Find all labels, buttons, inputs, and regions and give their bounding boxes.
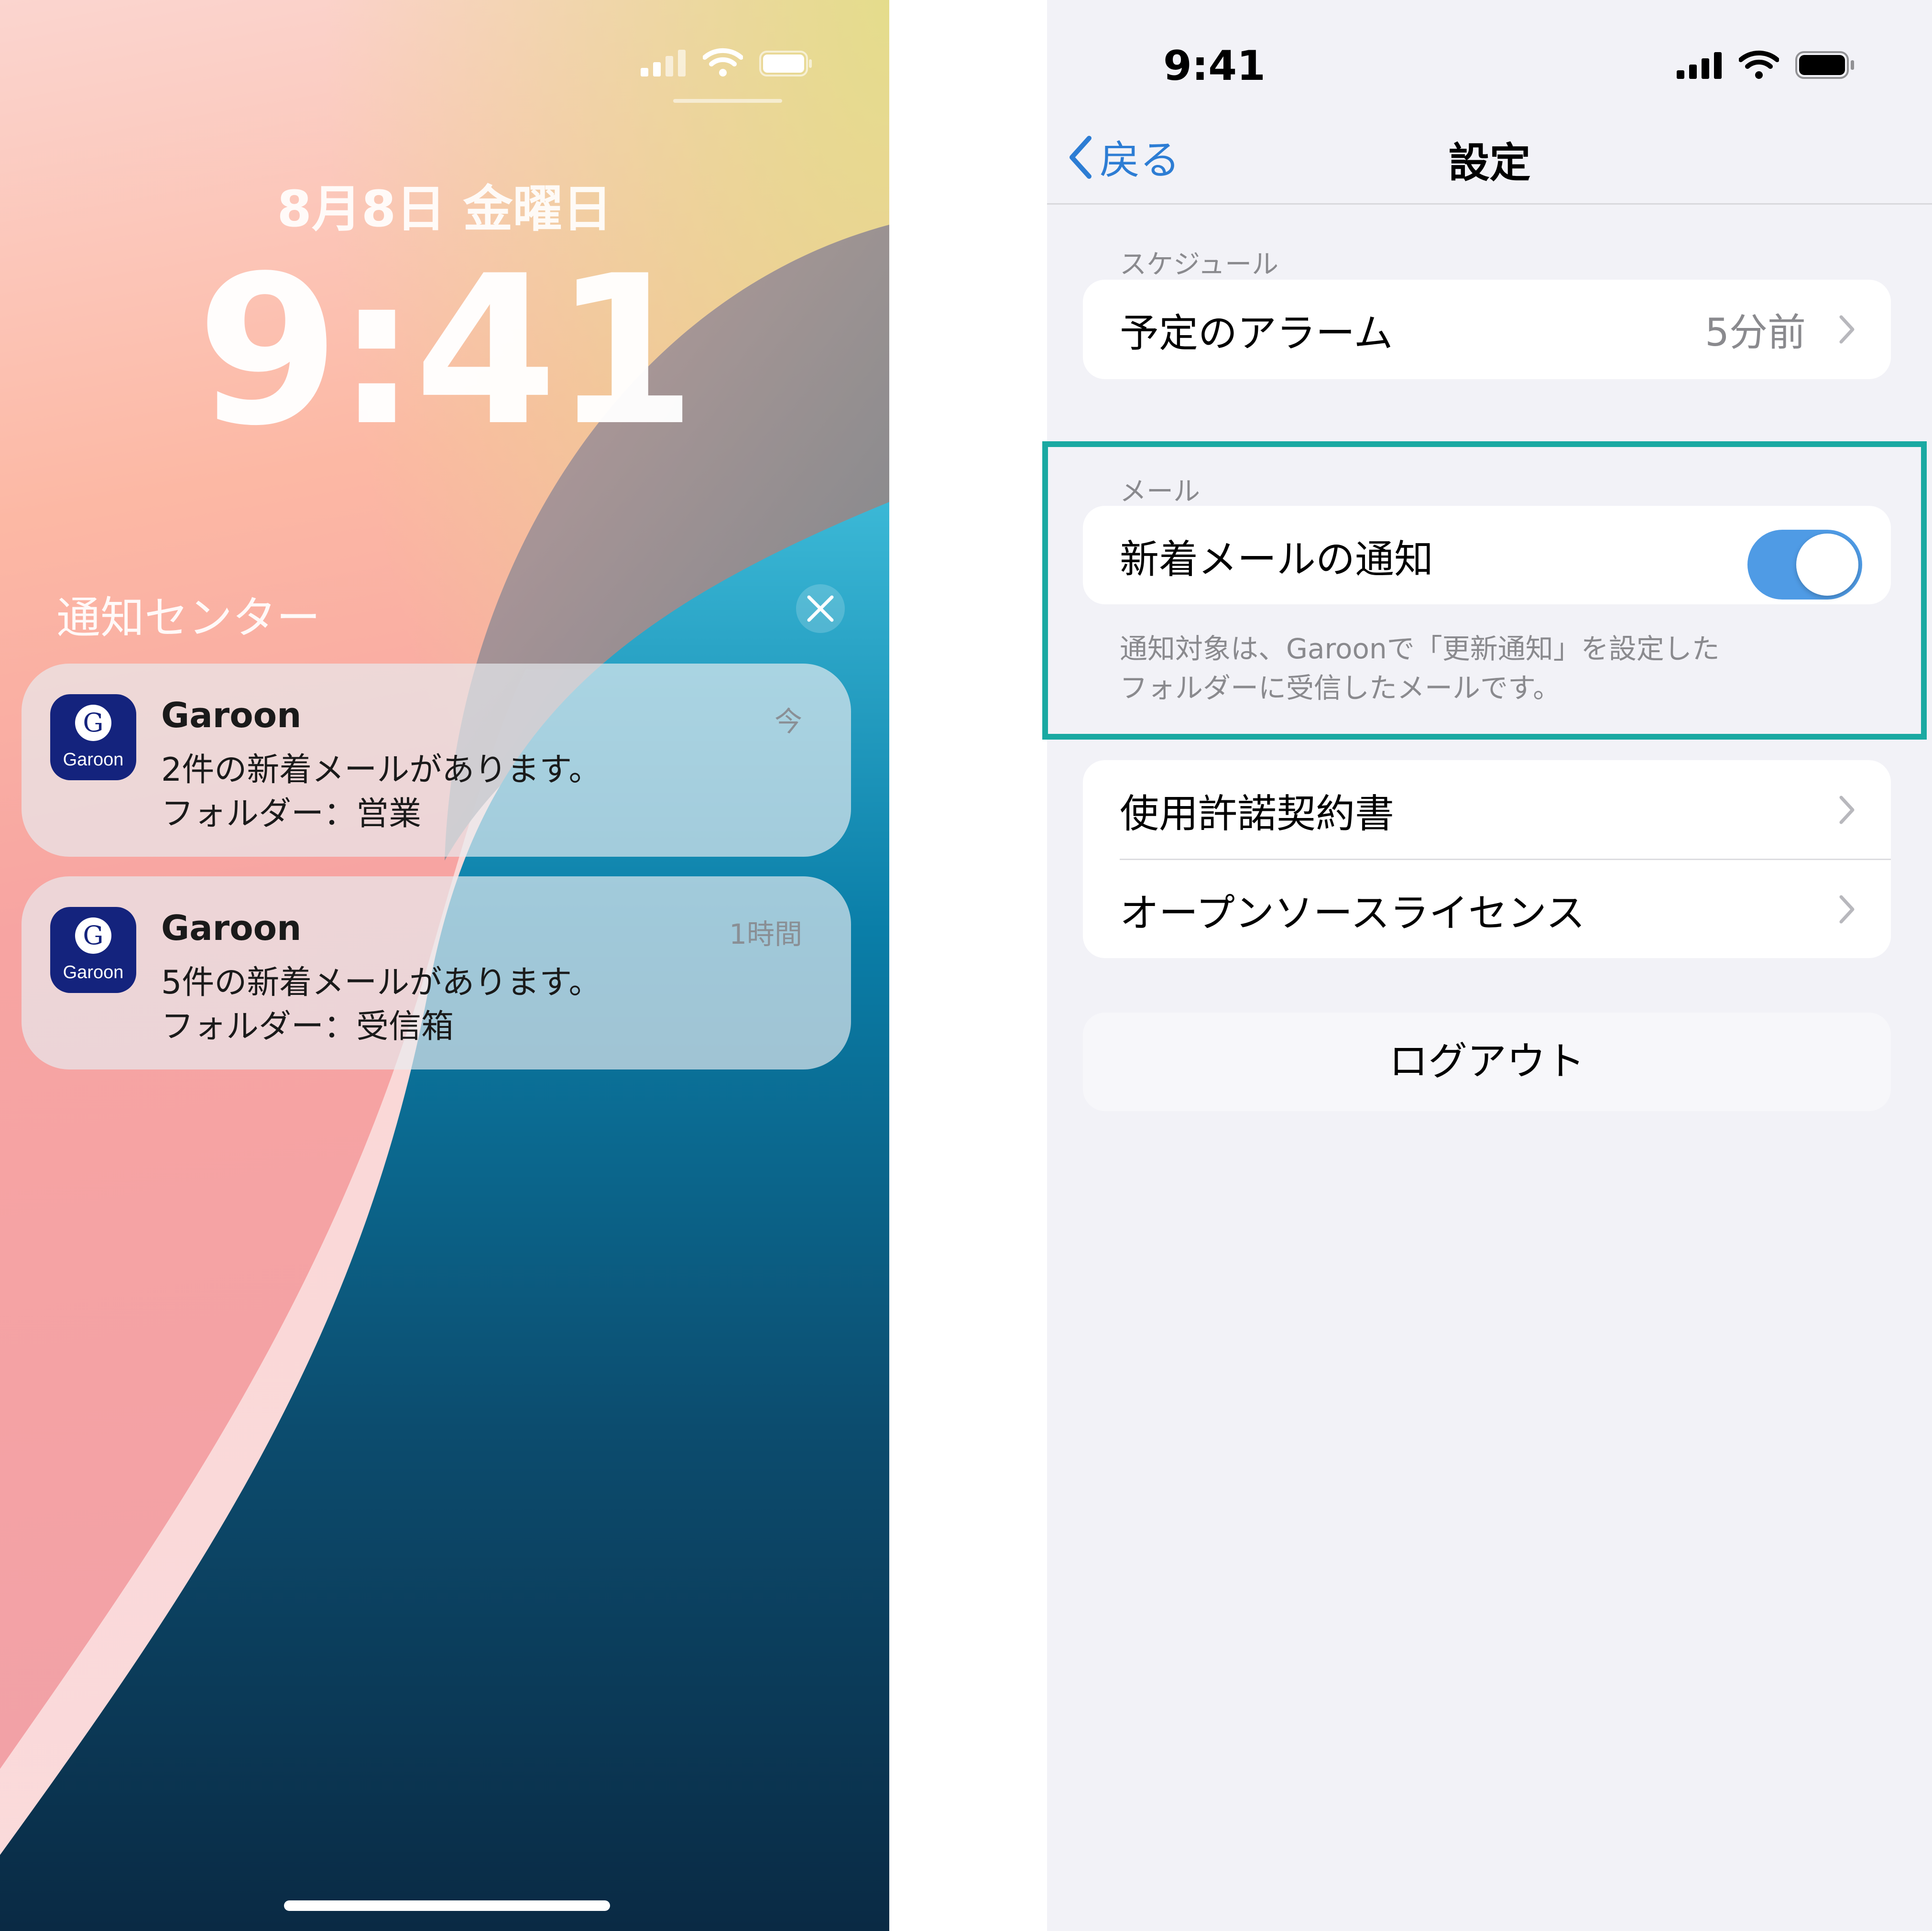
status-time: 9:41: [1163, 42, 1266, 90]
chevron-right-icon: [1839, 895, 1855, 924]
notification-app-name: Garoon: [161, 908, 302, 948]
notification-folder: フォルダー：営業: [161, 795, 422, 833]
alarm-row[interactable]: 予定のアラーム 5分前: [1083, 280, 1891, 379]
garoon-wordmark: Garoon: [63, 962, 124, 982]
cellular-signal-icon: [1677, 52, 1722, 79]
section-label-schedule: スケジュール: [1120, 249, 1279, 280]
chevron-right-icon: [1839, 796, 1855, 824]
home-indicator[interactable]: [284, 1900, 610, 1911]
close-icon: [807, 595, 834, 622]
garoon-letter: G: [75, 705, 111, 741]
license-label: 使用許諾契約書: [1120, 791, 1395, 837]
page-title: 設定: [1448, 139, 1531, 187]
nav-divider: [1047, 203, 1932, 205]
alarm-value: 5分前: [1705, 310, 1806, 355]
license-row[interactable]: 使用許諾契約書: [1083, 760, 1891, 860]
lock-status-icons: [641, 48, 813, 76]
garoon-app-icon: G Garoon: [50, 907, 136, 993]
battery-icon: [1795, 51, 1854, 79]
logout-group: ログアウト: [1083, 1013, 1891, 1111]
notification-folder: フォルダー：受信箱: [161, 1008, 454, 1046]
settings-status-icons: [1677, 50, 1856, 79]
notification-time: 1時間: [729, 918, 802, 950]
logout-button[interactable]: ログアウト: [1083, 1013, 1891, 1111]
wifi-icon: [703, 48, 743, 76]
lock-screen: 8月8日 金曜日 9:41 通知センター G Garoon Garoon 今 2…: [0, 0, 889, 1931]
open-source-license-row[interactable]: オープンソースライセンス: [1083, 860, 1891, 959]
garoon-wordmark: Garoon: [63, 750, 124, 770]
lock-time: 9:41: [196, 232, 697, 471]
wifi-icon: [1739, 50, 1779, 79]
alarm-label: 予定のアラーム: [1120, 310, 1393, 356]
notification-app-name: Garoon: [161, 695, 302, 735]
battery-icon: [759, 51, 812, 76]
schedule-group: 予定のアラーム 5分前: [1083, 280, 1891, 379]
notification-message: 5件の新着メールがあります。: [161, 964, 601, 1002]
settings-screen: 9:41 戻る 設定 スケジュール 予定のアラーム 5分前 メール 新着メールの…: [1042, 0, 1932, 1931]
garoon-letter: G: [75, 917, 111, 954]
lock-date: 8月8日 金曜日: [277, 180, 612, 238]
notification-card[interactable]: G Garoon Garoon 1時間 5件の新着メールがあります。 フォルダー…: [22, 876, 851, 1069]
cellular-signal-icon: [641, 50, 686, 76]
status-underline: [673, 99, 782, 103]
garoon-app-icon: G Garoon: [50, 694, 136, 780]
highlight-frame: [1042, 441, 1927, 740]
notification-card[interactable]: G Garoon Garoon 今 2件の新着メールがあります。 フォルダー：営…: [22, 664, 851, 857]
legal-group: 使用許諾契約書 オープンソースライセンス: [1083, 760, 1891, 958]
notification-clear-button[interactable]: [796, 584, 845, 633]
notification-message: 2件の新着メールがあります。: [161, 751, 601, 789]
notification-center-title: 通知センター: [56, 592, 321, 644]
notification-time: 今: [774, 705, 802, 738]
open-source-license-label: オープンソースライセンス: [1120, 890, 1585, 936]
chevron-right-icon: [1839, 315, 1855, 344]
